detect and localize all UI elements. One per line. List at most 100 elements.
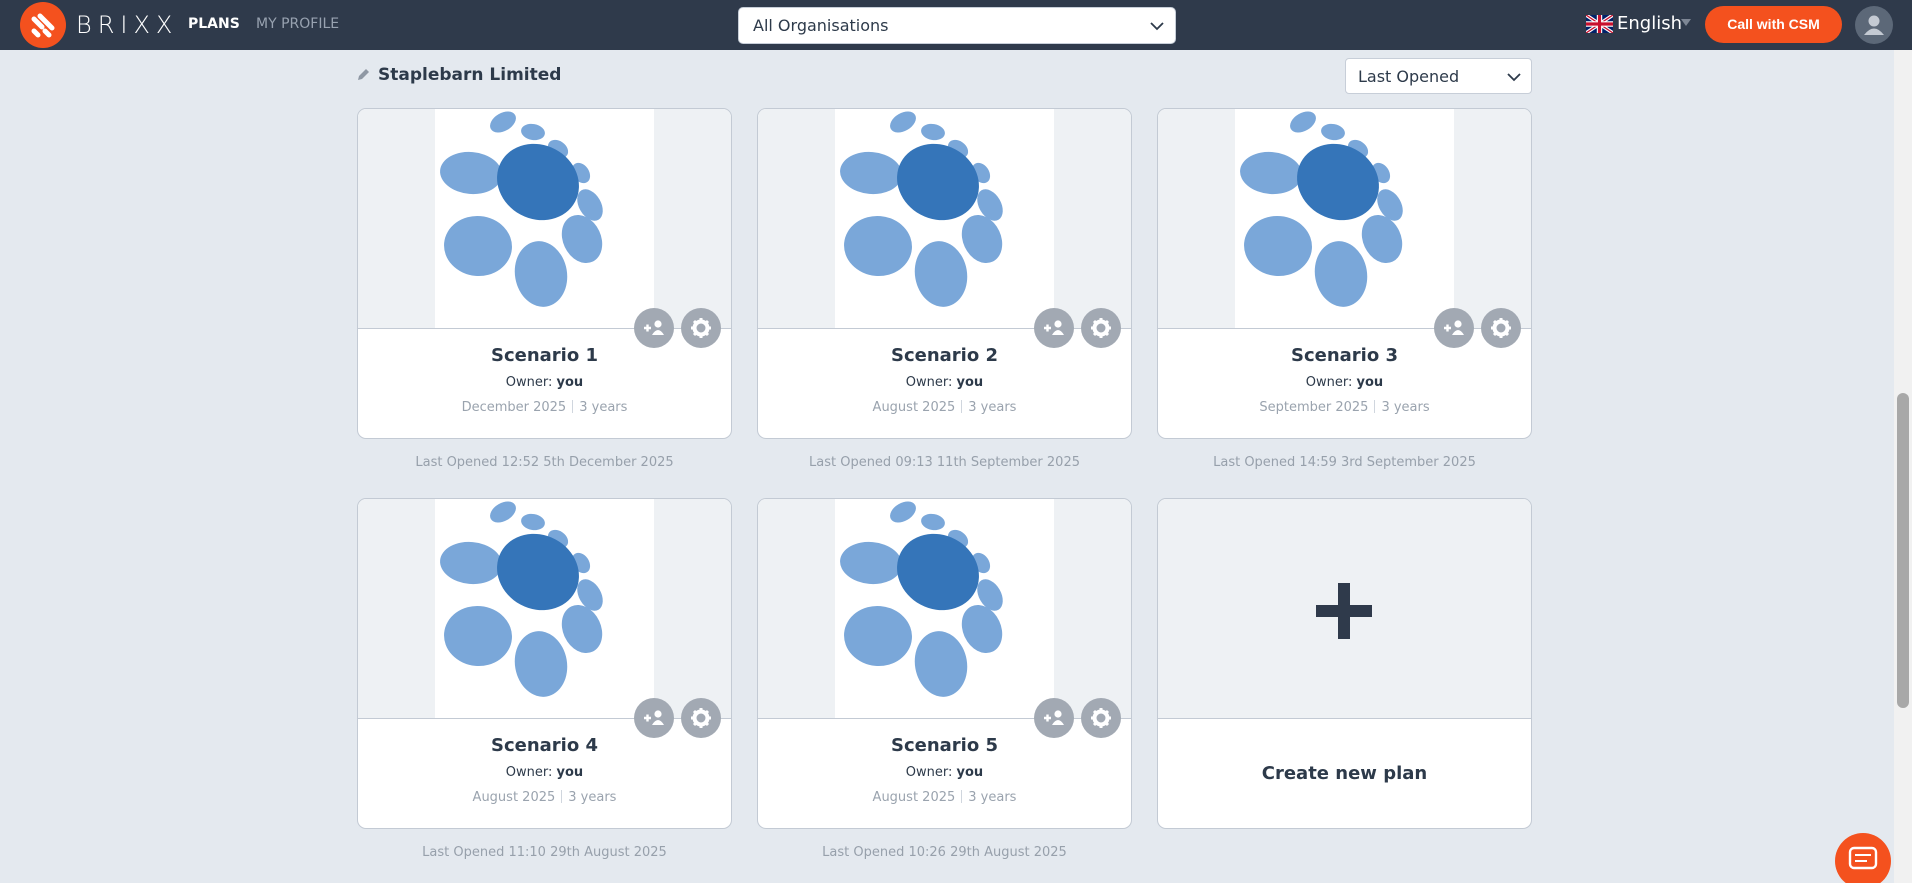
gear-icon (1091, 318, 1111, 338)
brixx-logo-icon[interactable] (20, 2, 66, 48)
plan-title[interactable]: Scenario 5 (758, 735, 1131, 756)
add-user-icon (1044, 710, 1064, 725)
logo-ellipse (1314, 241, 1368, 307)
add-user-icon (1044, 320, 1064, 335)
gear-icon (691, 318, 711, 338)
last-opened-text: Last Opened 12:52 5th December 2025 (415, 455, 674, 470)
plan-card[interactable]: Scenario 2 Owner: you August 2025 3 years (757, 108, 1132, 439)
plan-start-date: September 2025 (1259, 400, 1369, 415)
plan-start-date: August 2025 (472, 790, 556, 805)
share-plan-button[interactable] (634, 308, 674, 348)
plan-thumbnail (358, 109, 731, 329)
plan-logo-svg (440, 111, 603, 307)
nav-plans[interactable]: PLANS (188, 16, 240, 32)
logo-ellipse (444, 215, 512, 277)
logo-ellipse (1290, 111, 1316, 133)
last-opened-text: Last Opened 10:26 29th August 2025 (822, 845, 1067, 860)
divider (961, 400, 963, 413)
add-user-icon (1444, 320, 1464, 335)
create-plan-thumbnail (1158, 499, 1531, 719)
plan-title[interactable]: Scenario 4 (358, 735, 731, 756)
plan-meta: August 2025 3 years (758, 790, 1131, 805)
plan-title[interactable]: Scenario 1 (358, 345, 731, 366)
plan-meta: August 2025 3 years (758, 400, 1131, 415)
logo-ellipse (921, 513, 945, 531)
plan-owner: Owner: you (758, 375, 1131, 390)
owner-value: you (556, 375, 584, 390)
logo-ellipse (514, 631, 568, 697)
plan-settings-button[interactable] (681, 308, 721, 348)
plan-title[interactable]: Scenario 3 (1158, 345, 1531, 366)
pencil-icon[interactable] (356, 68, 370, 82)
plan-settings-button[interactable] (681, 698, 721, 738)
create-new-plan-card[interactable]: Create new plan (1157, 498, 1532, 829)
logo-ellipse (521, 513, 545, 531)
plan-logo-svg (840, 501, 1003, 697)
sort-select[interactable]: Last Opened (1345, 58, 1532, 94)
last-opened-text: Last Opened 09:13 11th September 2025 (809, 455, 1080, 470)
logo-ellipse (1240, 151, 1302, 195)
user-icon[interactable] (1855, 6, 1893, 44)
plan-owner: Owner: you (1158, 375, 1531, 390)
plan-card[interactable]: Scenario 4 Owner: you August 2025 3 years (357, 498, 732, 829)
owner-label: Owner: (1305, 375, 1353, 390)
share-plan-button[interactable] (1434, 308, 1474, 348)
plan-start-date: August 2025 (872, 400, 956, 415)
plan-title[interactable]: Scenario 2 (758, 345, 1131, 366)
add-user-icon (644, 710, 664, 725)
plan-duration: 3 years (1381, 400, 1430, 415)
plan-meta: August 2025 3 years (358, 790, 731, 805)
logo-ellipse (840, 541, 902, 585)
sort-select-value: Last Opened (1358, 67, 1460, 86)
logo-ellipse (521, 123, 545, 141)
organisation-select-value: All Organisations (753, 16, 889, 35)
call-with-csm-button[interactable]: Call with CSM (1705, 6, 1842, 43)
chat-icon (1848, 846, 1878, 870)
share-plan-button[interactable] (634, 698, 674, 738)
share-plan-button[interactable] (1034, 308, 1074, 348)
gear-icon (1491, 318, 1511, 338)
organisation-name: Staplebarn Limited (378, 65, 562, 85)
uk-flag-icon[interactable] (1586, 15, 1613, 33)
divider (572, 400, 574, 413)
plan-card[interactable]: Scenario 1 Owner: you December 2025 3 yea… (357, 108, 732, 439)
chat-button[interactable] (1835, 833, 1891, 883)
plan-card[interactable]: Scenario 3 Owner: you September 2025 3 ye… (1157, 108, 1532, 439)
organisation-select[interactable]: All Organisations (738, 7, 1176, 44)
logo-ellipse (1321, 123, 1345, 141)
logo-ellipse (890, 501, 916, 523)
scrollbar-thumb[interactable] (1897, 393, 1909, 708)
plan-thumbnail (358, 499, 731, 719)
plan-duration: 3 years (568, 790, 617, 805)
plan-owner: Owner: you (358, 375, 731, 390)
owner-label: Owner: (905, 375, 953, 390)
caret-down-icon[interactable] (1681, 19, 1691, 27)
create-new-plan-label[interactable]: Create new plan (1158, 763, 1531, 784)
plan-logo-image (435, 499, 654, 718)
plan-card[interactable]: Scenario 5 Owner: you August 2025 3 years (757, 498, 1132, 829)
language-selector[interactable]: English (1617, 13, 1682, 34)
top-navbar: BRIXX PLANS MY PROFILE All Organisations… (0, 0, 1912, 50)
last-opened-text: Last Opened 11:10 29th August 2025 (422, 845, 667, 860)
logo-ellipse (490, 111, 516, 133)
plan-meta: September 2025 3 years (1158, 400, 1531, 415)
logo-ellipse (440, 541, 502, 585)
plan-logo-image (1235, 109, 1454, 328)
owner-value: you (556, 765, 584, 780)
plan-logo-image (435, 109, 654, 328)
logo-ellipse (844, 605, 912, 667)
owner-value: you (956, 375, 984, 390)
logo-ellipse (514, 241, 568, 307)
divider (961, 790, 963, 803)
plan-logo-svg (440, 501, 603, 697)
plan-settings-button[interactable] (1081, 698, 1121, 738)
owner-label: Owner: (905, 765, 953, 780)
brand-name: BRIXX (76, 11, 179, 39)
logo-ellipse (1244, 215, 1312, 277)
nav-my-profile[interactable]: MY PROFILE (256, 16, 339, 32)
share-plan-button[interactable] (1034, 698, 1074, 738)
gear-icon (691, 708, 711, 728)
plan-settings-button[interactable] (1081, 308, 1121, 348)
plan-settings-button[interactable] (1481, 308, 1521, 348)
owner-label: Owner: (505, 765, 553, 780)
